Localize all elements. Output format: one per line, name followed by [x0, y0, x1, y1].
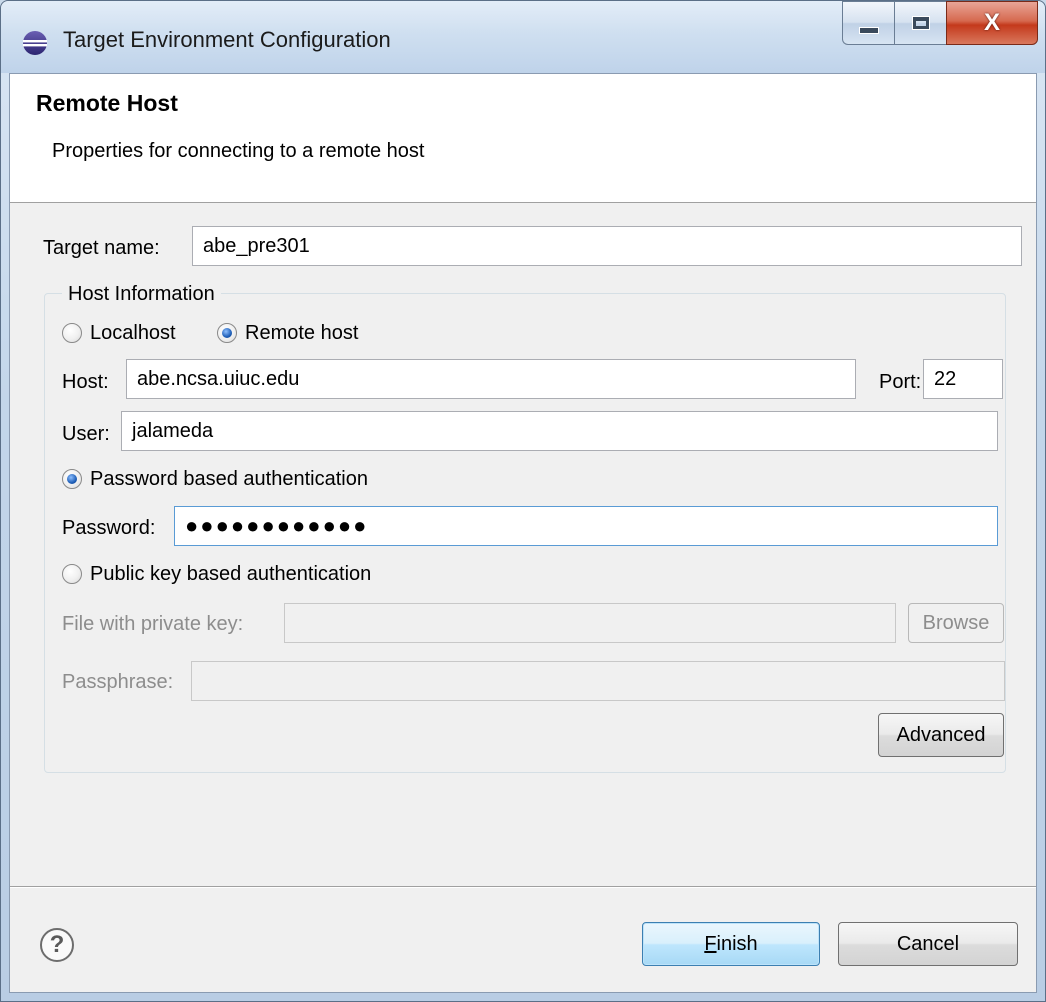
- advanced-button[interactable]: Advanced: [878, 713, 1004, 757]
- dialog-window: Target Environment Configuration X Remot…: [0, 0, 1046, 1002]
- close-icon: X: [983, 9, 1000, 36]
- close-button[interactable]: X: [946, 1, 1038, 45]
- password-auth-label[interactable]: Password based authentication: [90, 467, 368, 491]
- minimize-icon: [858, 26, 879, 34]
- title-bar[interactable]: Target Environment Configuration X: [1, 1, 1045, 73]
- password-label: Password:: [62, 517, 156, 539]
- port-label: Port:: [879, 371, 922, 393]
- window-controls: X: [842, 1, 1038, 47]
- user-label: User:: [62, 423, 110, 445]
- host-information-legend: Host Information: [62, 282, 221, 306]
- password-input[interactable]: ●●●●●●●●●●●●: [174, 506, 998, 546]
- public-key-auth-radio[interactable]: [62, 564, 82, 584]
- browse-button[interactable]: Browse: [908, 603, 1004, 643]
- port-input[interactable]: 22: [923, 359, 1003, 399]
- public-key-auth-label[interactable]: Public key based authentication: [90, 562, 371, 586]
- finish-button[interactable]: Finish: [642, 922, 820, 966]
- target-name-input[interactable]: abe_pre301: [192, 226, 1022, 266]
- private-key-file-input[interactable]: [284, 603, 896, 643]
- footer-separator: [10, 886, 1036, 888]
- finish-label-rest: inish: [716, 932, 758, 955]
- passphrase-input[interactable]: [191, 661, 1005, 701]
- private-key-file-label: File with private key:: [62, 613, 244, 635]
- eclipse-icon: [23, 31, 47, 55]
- passphrase-label: Passphrase:: [62, 671, 174, 693]
- wizard-header: Remote Host Properties for connecting to…: [10, 74, 1036, 203]
- remote-host-radio[interactable]: [217, 323, 237, 343]
- cancel-button[interactable]: Cancel: [838, 922, 1018, 966]
- minimize-button[interactable]: [842, 1, 894, 45]
- dialog-client-area: Remote Host Properties for connecting to…: [9, 73, 1037, 993]
- page-description: Properties for connecting to a remote ho…: [52, 140, 425, 162]
- localhost-label[interactable]: Localhost: [90, 321, 176, 345]
- password-auth-radio[interactable]: [62, 469, 82, 489]
- host-input[interactable]: abe.ncsa.uiuc.edu: [126, 359, 856, 399]
- finish-mnemonic: F: [704, 932, 717, 955]
- target-name-label: Target name:: [43, 237, 160, 259]
- help-icon[interactable]: ?: [40, 928, 74, 962]
- maximize-button[interactable]: [894, 1, 946, 45]
- user-input[interactable]: jalameda: [121, 411, 998, 451]
- window-title: Target Environment Configuration: [63, 27, 391, 52]
- host-label: Host:: [62, 371, 109, 393]
- localhost-radio[interactable]: [62, 323, 82, 343]
- remote-host-label[interactable]: Remote host: [245, 321, 358, 345]
- maximize-icon: [911, 16, 930, 30]
- page-title: Remote Host: [36, 90, 178, 116]
